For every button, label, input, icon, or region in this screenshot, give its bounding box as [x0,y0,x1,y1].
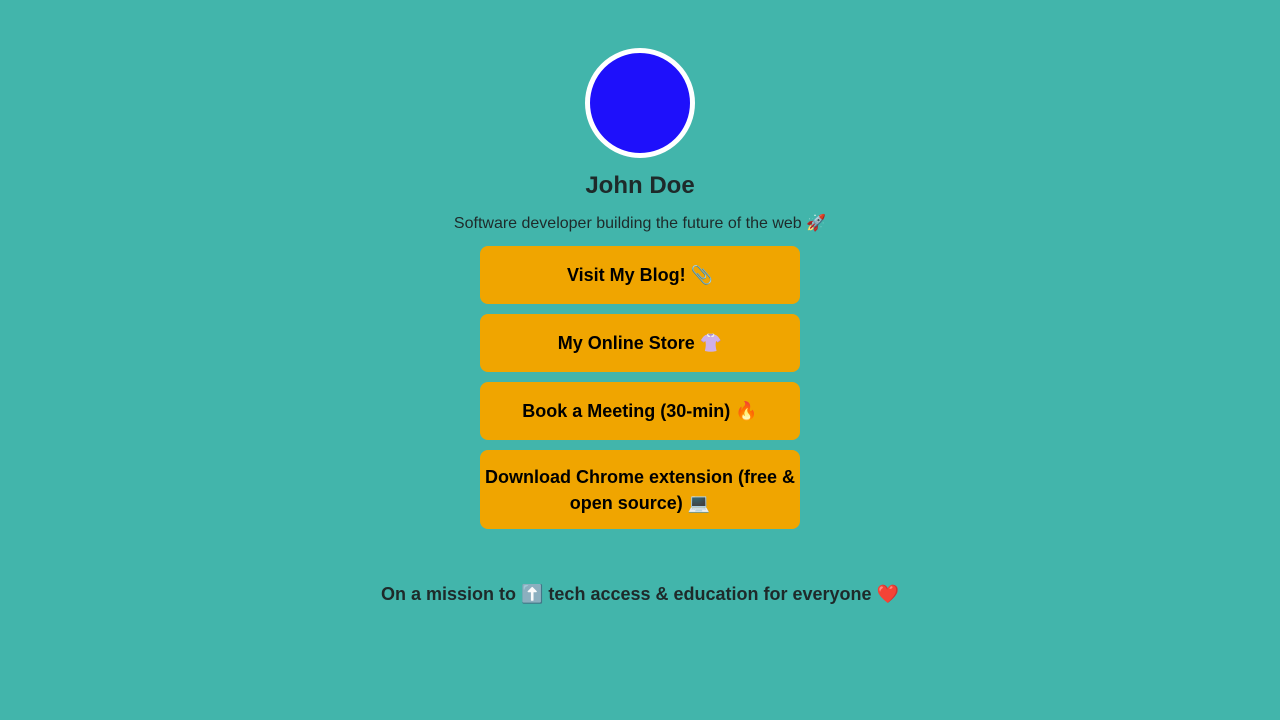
profile-bio: Software developer building the future o… [453,215,827,232]
footer-tagline: On a mission to ⬆️ tech access & educati… [381,584,899,604]
link-list: Visit My Blog! 📎 My Online Store 👚 Book … [480,246,800,539]
avatar [585,48,695,158]
profile-name: John Doe [585,172,695,199]
meeting-link-button[interactable]: Book a Meeting (30-min) 🔥 [480,382,800,440]
blog-link-button[interactable]: Visit My Blog! 📎 [480,246,800,304]
chrome-extension-link-button[interactable]: Download Chrome extension (free & open s… [480,450,800,529]
store-link-button[interactable]: My Online Store 👚 [480,314,800,372]
profile-page: John Doe Software developer building the… [0,0,1280,720]
